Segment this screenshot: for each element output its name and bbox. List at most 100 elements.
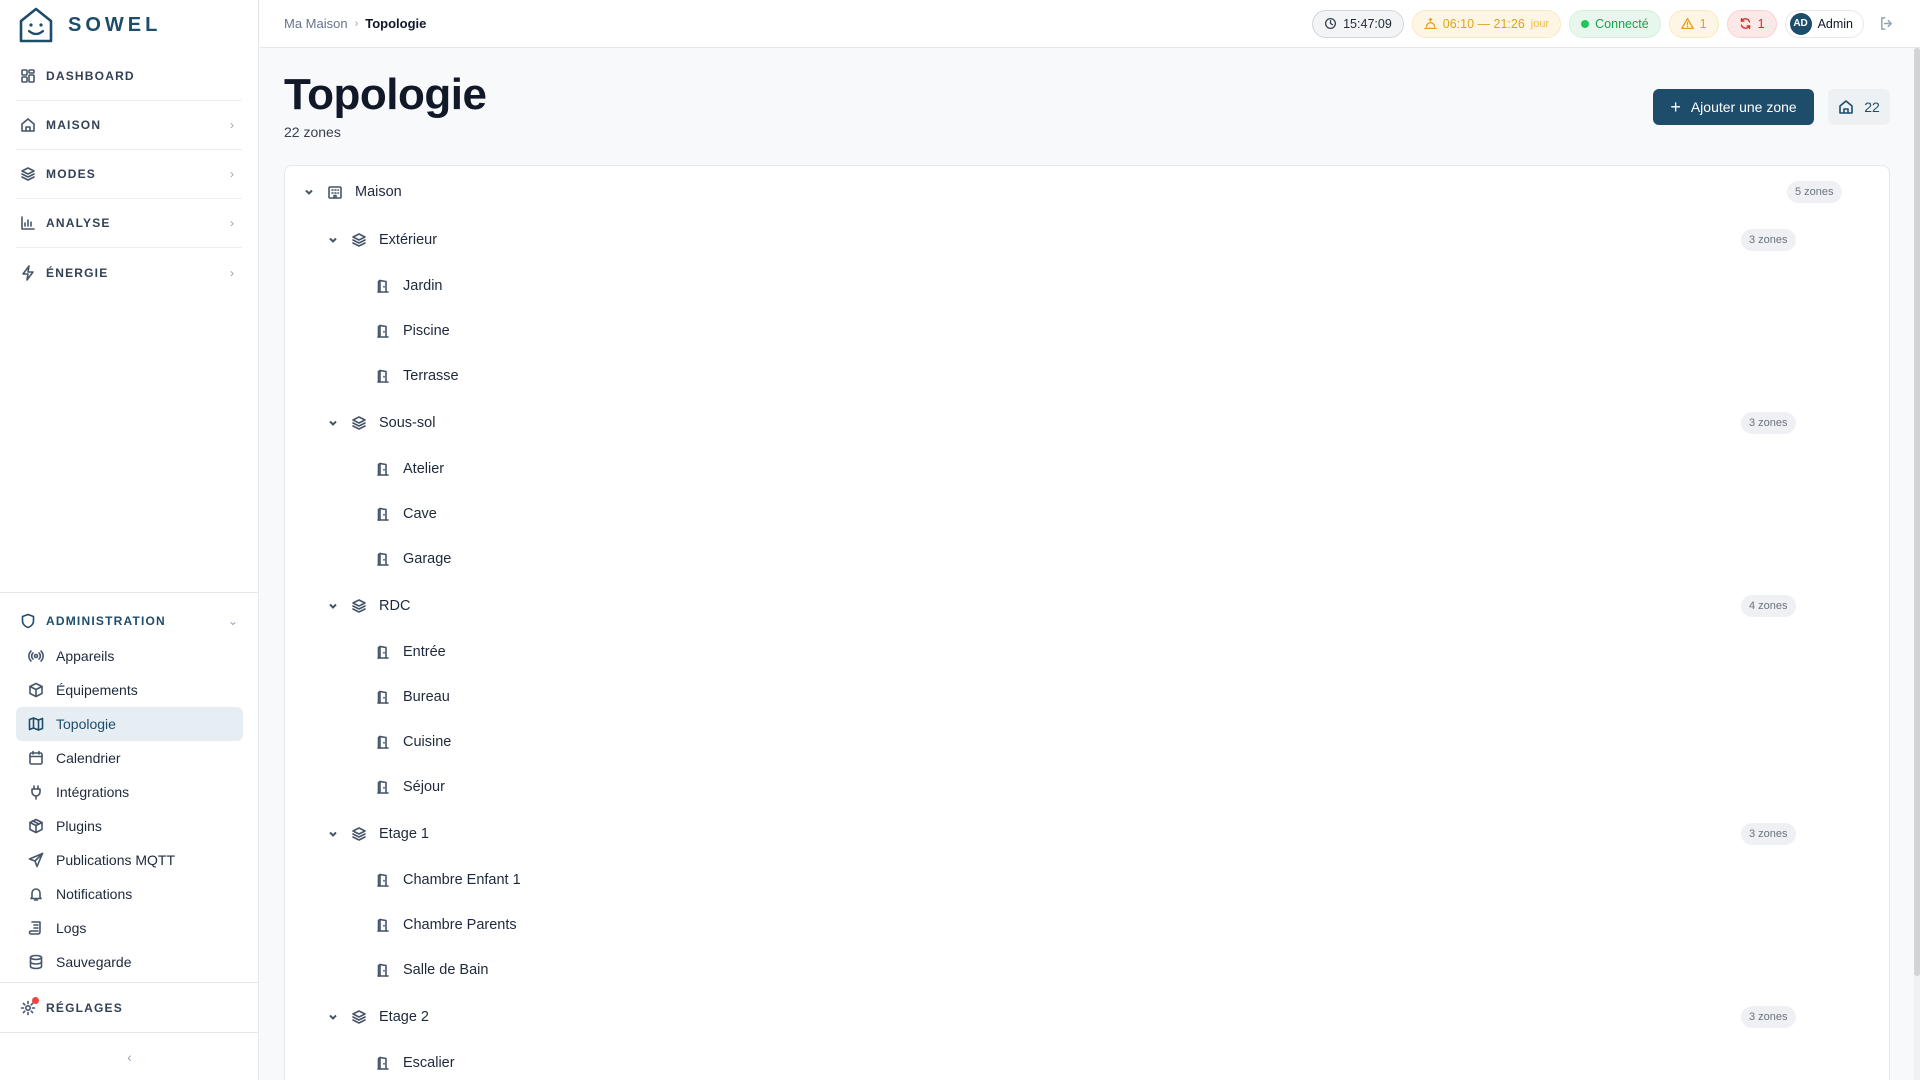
nav-modes[interactable]: MODES ›: [16, 150, 242, 199]
tree-node-floor[interactable]: Sous-sol 3 zones: [285, 407, 1889, 439]
sidebar-item-sauvegarde[interactable]: Sauvegarde: [16, 945, 243, 979]
tree-node-name: Escalier: [403, 1055, 455, 1071]
breadcrumb-root[interactable]: Ma Maison: [284, 16, 348, 31]
tree-node-name: Bureau: [403, 689, 450, 705]
tree-node-building[interactable]: Maison 5 zones: [285, 176, 1889, 208]
sidebar-item-equipements[interactable]: Équipements: [16, 673, 243, 707]
sidebar-item-plugins[interactable]: Plugins: [16, 809, 243, 843]
sidebar-item-label: Calendrier: [56, 750, 121, 766]
warning-icon: [1680, 17, 1694, 30]
door-icon: [375, 689, 391, 705]
tree-node-floor[interactable]: Etage 1 3 zones: [285, 818, 1889, 850]
door-icon: [375, 461, 391, 477]
user-menu[interactable]: AD Admin: [1784, 9, 1864, 38]
chevron-down-icon[interactable]: [325, 600, 341, 612]
chevron-down-icon[interactable]: [325, 1011, 341, 1023]
layers-icon: [351, 826, 367, 842]
tree-node-room[interactable]: Cuisine: [285, 726, 1889, 758]
sidebar-item-notifications[interactable]: Notifications: [16, 877, 243, 911]
tree-node-room[interactable]: Chambre Parents: [285, 909, 1889, 941]
package-icon: [28, 818, 44, 834]
tree-node-floor[interactable]: RDC 4 zones: [285, 590, 1889, 622]
database-icon: [28, 954, 44, 970]
breadcrumb-current: Topologie: [365, 16, 427, 31]
grid-icon: [20, 68, 36, 84]
tree-node-room[interactable]: Entrée: [285, 636, 1889, 668]
connection-pill: Connecté: [1569, 9, 1661, 38]
tree-node-room[interactable]: Escalier: [285, 1047, 1889, 1079]
tree-node-room[interactable]: Bureau: [285, 681, 1889, 713]
scrollbar-thumb[interactable]: [1914, 48, 1920, 976]
tree-node-room[interactable]: Salle de Bain: [285, 954, 1889, 986]
connected-dot-icon: [1581, 19, 1590, 28]
tree-node-name: Entrée: [403, 644, 446, 660]
nav-dashboard[interactable]: DASHBOARD: [16, 52, 242, 101]
chevron-down-icon[interactable]: [325, 417, 341, 429]
tree-node-name: RDC: [379, 598, 411, 614]
app-logo[interactable]: SOWEL: [18, 6, 161, 44]
sidebar-item-calendrier[interactable]: Calendrier: [16, 741, 243, 775]
scroll-icon: [28, 920, 44, 936]
admin-toggle[interactable]: ADMINISTRATION ⌄: [16, 605, 243, 637]
map-icon: [28, 716, 44, 732]
avatar: AD: [1789, 12, 1812, 35]
door-icon: [375, 368, 391, 384]
tree-node-room[interactable]: Atelier: [285, 453, 1889, 485]
zone-count-button[interactable]: 22: [1828, 89, 1890, 125]
add-zone-button[interactable]: + Ajouter une zone: [1653, 89, 1814, 125]
tree-node-name: Sous-sol: [379, 415, 436, 431]
logout-icon[interactable]: [1876, 14, 1896, 34]
sidebar-item-integrations[interactable]: Intégrations: [16, 775, 243, 809]
tree-node-name: Etage 1: [379, 826, 429, 842]
tree-node-name: Jardin: [403, 278, 443, 294]
tree-node-room[interactable]: Cave: [285, 498, 1889, 530]
sun-phase: jour: [1530, 17, 1550, 30]
tree-node-room[interactable]: Piscine: [285, 315, 1889, 347]
nav-label: DASHBOARD: [46, 69, 135, 83]
errors-pill[interactable]: 1: [1726, 9, 1777, 38]
nav-maison[interactable]: MAISON ›: [16, 101, 242, 150]
nav-analyse[interactable]: ANALYSE ›: [16, 199, 242, 248]
tree-node-name: Chambre Enfant 1: [403, 872, 521, 888]
sidebar-item-topologie[interactable]: Topologie: [16, 707, 243, 741]
nav-label: MODES: [46, 167, 97, 181]
sidebar-item-mqtt[interactable]: Publications MQTT: [16, 843, 243, 877]
main-nav: DASHBOARD MAISON › MODES › ANALYSE › ÉNE…: [16, 52, 242, 297]
door-icon: [375, 1055, 391, 1071]
tree-node-name: Terrasse: [403, 368, 459, 384]
sun-pill: 06:10 — 21:26 jour: [1411, 9, 1562, 38]
sidebar-item-label: Équipements: [56, 682, 138, 698]
app-name: SOWEL: [68, 13, 162, 36]
tree-node-floor[interactable]: Etage 2 3 zones: [285, 1001, 1889, 1033]
settings-label: RÉGLAGES: [46, 1000, 123, 1015]
radio-icon: [28, 648, 44, 664]
sidebar-item-label: Intégrations: [56, 784, 130, 800]
sidebar-item-appareils[interactable]: Appareils: [16, 639, 243, 673]
door-icon: [375, 278, 391, 294]
send-icon: [28, 852, 44, 868]
nav-energie[interactable]: ÉNERGIE ›: [16, 248, 242, 297]
tree-node-room[interactable]: Garage: [285, 543, 1889, 575]
tree-node-room[interactable]: Jardin: [285, 270, 1889, 302]
collapse-sidebar-button[interactable]: ‹: [0, 1032, 259, 1080]
chevron-down-icon: ⌄: [227, 614, 239, 628]
layers-icon: [351, 598, 367, 614]
clock-icon: [1324, 17, 1337, 30]
nav-reglages[interactable]: RÉGLAGES: [0, 982, 259, 1032]
door-icon: [375, 734, 391, 750]
chevron-down-icon[interactable]: [301, 186, 317, 198]
tree-node-name: Salle de Bain: [403, 962, 489, 978]
warnings-pill[interactable]: 1: [1668, 9, 1719, 38]
tree-node-room[interactable]: Chambre Enfant 1: [285, 864, 1889, 896]
sidebar-item-logs[interactable]: Logs: [16, 911, 243, 945]
tree-node-room[interactable]: Terrasse: [285, 360, 1889, 392]
page-scrollbar[interactable]: [1914, 48, 1920, 1080]
clock-time: 15:47:09: [1343, 16, 1392, 31]
chevron-down-icon[interactable]: [325, 828, 341, 840]
tree-node-floor[interactable]: Extérieur 3 zones: [285, 224, 1889, 256]
chevron-right-icon: ›: [230, 216, 234, 230]
chevron-down-icon[interactable]: [325, 234, 341, 246]
tree-node-room[interactable]: Séjour: [285, 771, 1889, 803]
sidebar-item-label: Appareils: [56, 648, 115, 664]
add-zone-label: Ajouter une zone: [1690, 99, 1797, 115]
